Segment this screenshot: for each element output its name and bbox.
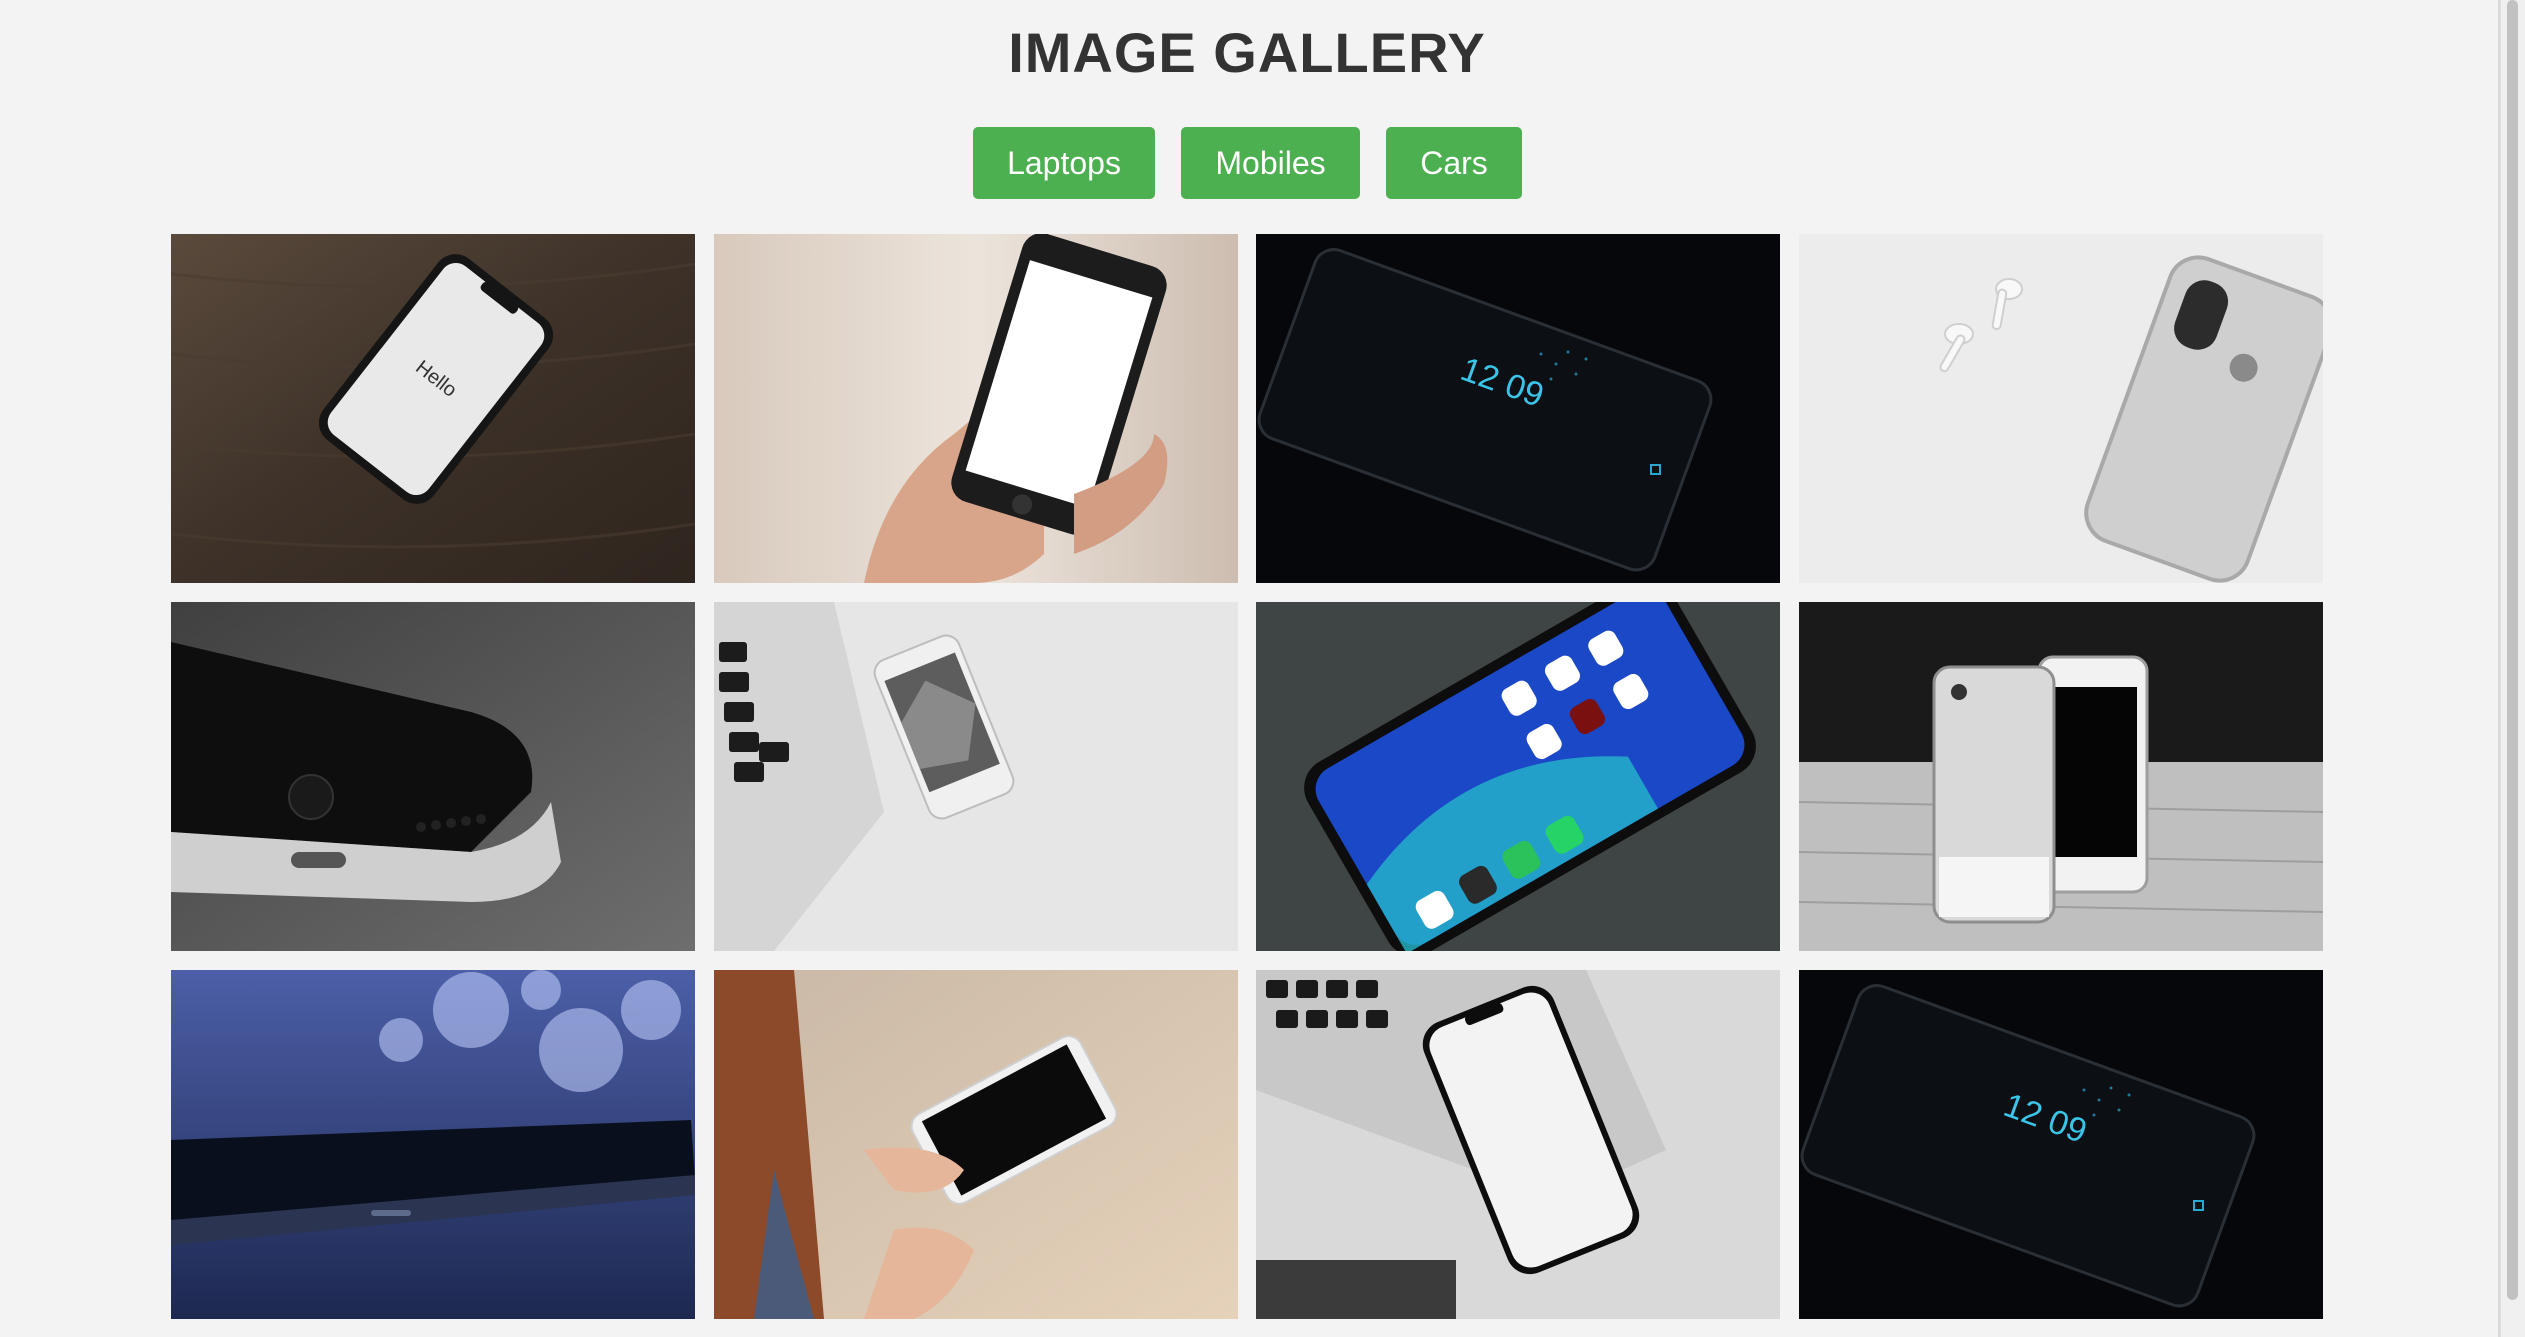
gallery-image-phone-beside-laptop[interactable]: [714, 602, 1238, 951]
gallery-image-phone-app-icons[interactable]: [1256, 602, 1780, 951]
gallery-image-hands-using-phone[interactable]: [714, 970, 1238, 1319]
filter-mobiles-button[interactable]: Mobiles: [1181, 127, 1360, 199]
filter-bar: Laptops Mobiles Cars: [0, 127, 2494, 199]
gallery-image-phone-on-laptop[interactable]: [1256, 970, 1780, 1319]
gallery-image-dark-phone-clock[interactable]: 12 09: [1256, 234, 1780, 583]
gallery-image-two-iphones-bw[interactable]: [1799, 602, 2323, 951]
filter-cars-button[interactable]: Cars: [1386, 127, 1522, 199]
gallery-image-phone-closeup-port[interactable]: [171, 602, 695, 951]
gallery-image-hand-holding-phone[interactable]: [714, 234, 1238, 583]
gallery-image-dark-phone-clock-2[interactable]: 12 09: [1799, 970, 2323, 1319]
image-gallery: Hello 12 09 12 09: [171, 234, 2325, 1319]
gallery-image-phone-blue-bokeh[interactable]: [171, 970, 695, 1319]
gallery-image-phone-with-airpods[interactable]: [1799, 234, 2323, 583]
gallery-image-phone-on-wood[interactable]: Hello: [171, 234, 695, 583]
page-title: IMAGE GALLERY: [1008, 21, 1486, 84]
filter-laptops-button[interactable]: Laptops: [973, 127, 1155, 199]
vertical-scrollbar[interactable]: [2500, 0, 2525, 1337]
scrollbar-thumb[interactable]: [2507, 0, 2518, 1300]
